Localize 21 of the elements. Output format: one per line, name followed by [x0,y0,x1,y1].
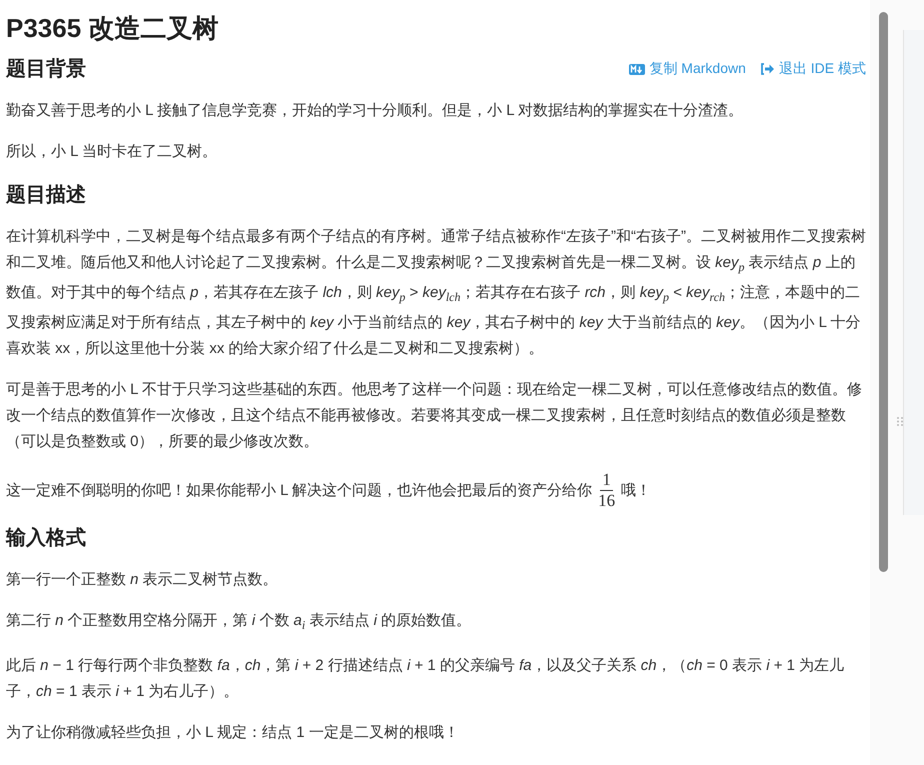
paragraph: 在计算机科学中，二叉树是每个结点最多有两个子结点的有序树。通常子结点被称作“左孩子”和“右孩子”。二叉树被用作二叉搜索树和二叉堆。随后他又和他人讨论起了二叉搜索树。什么是二叉搜索树呢？二叉搜索树首先是一棵二叉树。设 key$_{p}$ 表示结点 p 上的数值。对于其中的每个结点 p，若其存在左孩子 lch，则 key$_{p}$ > key$_{lch}$；若其存在右孩子 rch，则 key$_{p}$ < key$_{rch}$；注意，本题中的二叉搜索树应满足对于所有结点，其左子树中的 key 小于当前结点的 key，其右子树中的 key 大于当前结点的 key。（因为小 L 十分喜欢装 xx，所以这里他十分装 xx 的给大家介绍了什么是二叉树和二叉搜索树）。 [6,227,866,359]
scrollbar-thumb[interactable] [879,12,888,572]
fraction: 1 16 [598,470,616,511]
paragraph: 第一行一个正整数 n 表示二叉树节点数。 [6,570,279,590]
section-heading: 题目背景 [6,57,86,82]
paragraph: 勤奋又善于思考的小 L 接触了信息学竞赛，开始的学习十分顺利。但是，小 L 对数据结构的掌握实在十分渣渣。 [6,101,744,121]
problem-title: P3365 改造二叉树 [6,12,220,45]
paragraph: 这一定难不倒聪明的你吧！如果你能帮小 L 解决这个问题，也许他会把最后的资产分给你 [6,481,592,500]
drag-handle-icon[interactable] [897,417,903,426]
paragraph: 可是善于思考的小 L 不甘于只学习这些基础的东西。他思考了这样一个问题：现在给定一棵二叉树，可以任意修改结点的数值。修改一个结点的数值算作一次修改，且这个结点不能再被修改。若要将其变成一棵二叉搜索树，且任意时刻结点的数值必须是整数（可以是负整数或 0），所要的最少修改次数。 [6,380,864,452]
paragraph: 第二行 n 个正整数用空格分隔开，第 i 个数 a$_{i}$ 表示结点 i 的原始数值。 [6,611,472,634]
sign-out-icon [760,63,775,75]
markdown-icon [629,64,646,74]
paragraph: 所以，小 L 当时卡在了二叉树。 [6,142,218,162]
paragraph: 此后 n − 1 行每行两个非负整数 fa，ch，第 i + 2 行描述结点 i + 1 的父亲编号 fa，以及父子关系 ch，（ch = 0 表示 i + 1 为左儿子，ch = 1 表示 i + 1 为右儿子）。 [6,656,846,702]
copy-markdown-link[interactable]: 复制 Markdown [629,60,746,78]
section-heading: 题目描述 [6,183,86,208]
exit-ide-link[interactable]: 退出 IDE 模式 [760,60,866,78]
paragraph: 为了让你稍微减轻些负担，小 L 规定：结点 1 一定是二叉树的根哦！ [6,723,460,743]
paragraph: 哦！ [621,481,652,500]
section-heading: 输入格式 [6,526,86,551]
